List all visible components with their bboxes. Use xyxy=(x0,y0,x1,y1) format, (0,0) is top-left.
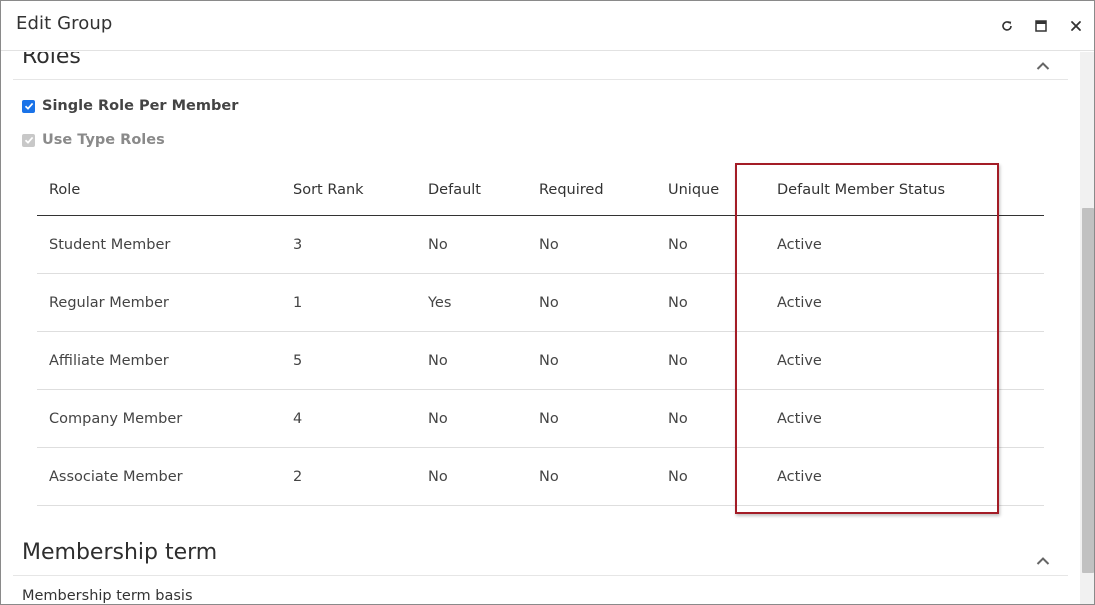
cell-role: Associate Member xyxy=(49,469,183,485)
checkbox-checked[interactable] xyxy=(22,99,35,113)
cell-required: No xyxy=(539,237,559,253)
cell-unique: No xyxy=(668,411,688,427)
edit-group-dialog: Edit Group Roles Single Role Per Member … xyxy=(0,0,1095,605)
refresh-icon xyxy=(1002,21,1012,31)
table-row[interactable]: Affiliate Member 5 No No No Active xyxy=(37,332,1044,390)
cell-default: Yes xyxy=(428,295,452,311)
header-required[interactable]: Required xyxy=(539,182,604,198)
cell-default-member-status: Active xyxy=(777,353,822,369)
use-type-roles-checkbox: Use Type Roles xyxy=(22,130,165,150)
cell-default: No xyxy=(428,353,448,369)
use-type-roles-label: Use Type Roles xyxy=(42,132,165,148)
header-default-member-status[interactable]: Default Member Status xyxy=(777,182,945,198)
cell-default: No xyxy=(428,469,448,485)
dialog-content[interactable]: Roles Single Role Per Member Use Type Ro… xyxy=(1,52,1079,604)
maximize-button[interactable] xyxy=(1030,15,1052,37)
check-icon xyxy=(24,102,33,110)
membership-term-basis-label: Membership term basis xyxy=(22,588,193,604)
roles-table: Role Sort Rank Default Required Unique D… xyxy=(37,162,1044,506)
header-sort-rank[interactable]: Sort Rank xyxy=(293,182,364,198)
table-row[interactable]: Company Member 4 No No No Active xyxy=(37,390,1044,448)
cell-sort-rank: 4 xyxy=(293,411,303,427)
table-row[interactable]: Regular Member 1 Yes No No Active xyxy=(37,274,1044,332)
cell-required: No xyxy=(539,469,559,485)
cell-unique: No xyxy=(668,469,688,485)
cell-unique: No xyxy=(668,295,688,311)
cell-required: No xyxy=(539,353,559,369)
cell-default-member-status: Active xyxy=(777,411,822,427)
single-role-per-member-checkbox[interactable]: Single Role Per Member xyxy=(22,96,238,116)
header-role[interactable]: Role xyxy=(49,182,80,198)
membership-term-section-header: Membership term xyxy=(13,538,1068,576)
table-row[interactable]: Student Member 3 No No No Active xyxy=(37,216,1044,274)
single-role-per-member-label: Single Role Per Member xyxy=(42,98,239,114)
cell-default: No xyxy=(428,411,448,427)
close-icon xyxy=(1071,21,1081,31)
chevron-up-icon xyxy=(1036,62,1050,70)
cell-default: No xyxy=(428,237,448,253)
cell-role: Student Member xyxy=(49,237,171,253)
membership-term-section-title: Membership term xyxy=(22,540,218,565)
roles-section-title: Roles xyxy=(22,52,81,69)
membership-term-collapse-button[interactable] xyxy=(1036,551,1054,565)
scrollbar-thumb[interactable] xyxy=(1082,208,1094,573)
table-header-row: Role Sort Rank Default Required Unique D… xyxy=(37,162,1044,216)
chevron-up-icon xyxy=(1036,557,1050,565)
cell-role: Company Member xyxy=(49,411,183,427)
cell-default-member-status: Active xyxy=(777,295,822,311)
cell-sort-rank: 5 xyxy=(293,353,303,369)
cell-unique: No xyxy=(668,237,688,253)
dialog-title: Edit Group xyxy=(16,13,113,34)
maximize-icon xyxy=(1035,20,1047,32)
cell-role: Regular Member xyxy=(49,295,169,311)
cell-default-member-status: Active xyxy=(777,469,822,485)
cell-sort-rank: 3 xyxy=(293,237,303,253)
roles-section-header: Roles xyxy=(13,52,1068,80)
header-unique[interactable]: Unique xyxy=(668,182,719,198)
check-icon xyxy=(24,136,33,144)
table-row[interactable]: Associate Member 2 No No No Active xyxy=(37,448,1044,506)
dialog-titlebar: Edit Group xyxy=(1,1,1094,51)
refresh-button[interactable] xyxy=(996,15,1018,37)
roles-collapse-button[interactable] xyxy=(1036,56,1054,70)
cell-sort-rank: 2 xyxy=(293,469,303,485)
cell-required: No xyxy=(539,295,559,311)
header-default[interactable]: Default xyxy=(428,182,481,198)
cell-role: Affiliate Member xyxy=(49,353,169,369)
cell-default-member-status: Active xyxy=(777,237,822,253)
cell-required: No xyxy=(539,411,559,427)
checkbox-disabled xyxy=(22,133,35,147)
cell-sort-rank: 1 xyxy=(293,295,303,311)
close-button[interactable] xyxy=(1065,15,1087,37)
cell-unique: No xyxy=(668,353,688,369)
